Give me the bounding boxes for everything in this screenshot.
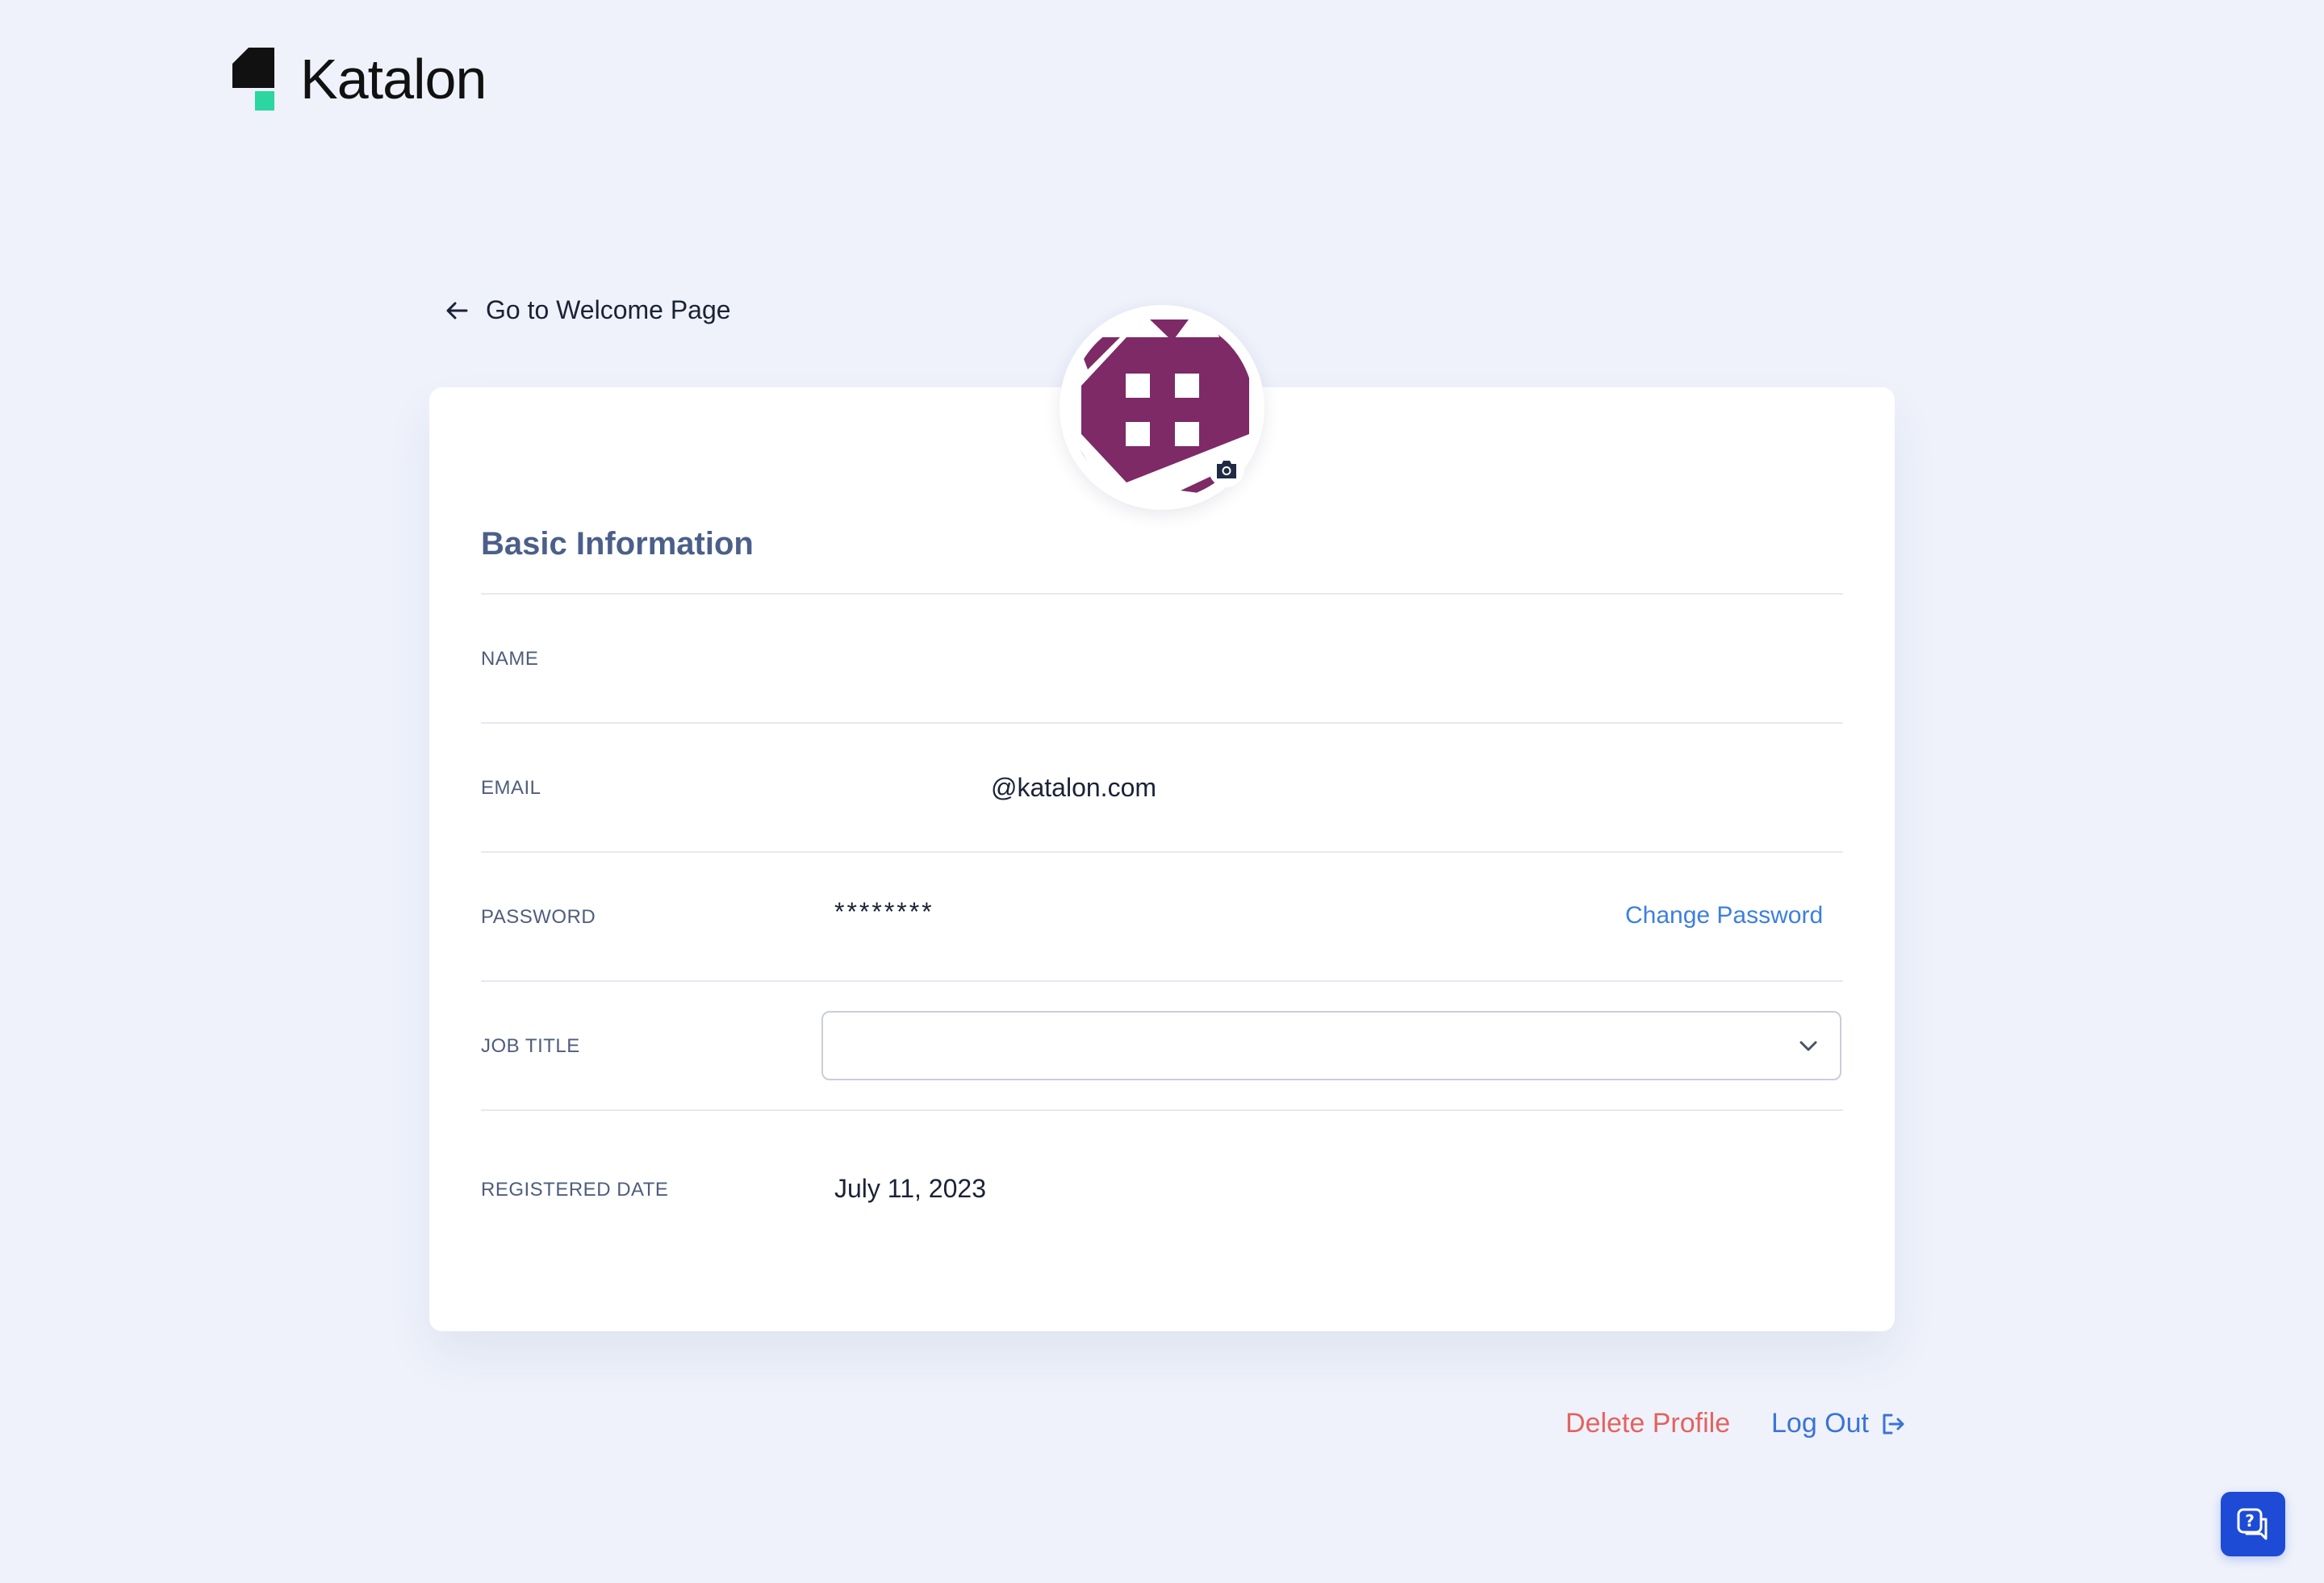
section-title: Basic Information xyxy=(481,526,754,562)
katalon-logo[interactable]: Katalon xyxy=(232,47,487,111)
help-chat-button[interactable]: ? xyxy=(2221,1492,2285,1556)
divider xyxy=(481,1109,1843,1111)
logout-icon xyxy=(1883,1414,1904,1434)
name-label: NAME xyxy=(481,648,539,670)
divider xyxy=(481,851,1843,853)
help-chat-icon: ? xyxy=(2237,1508,2268,1540)
password-label: PASSWORD xyxy=(481,906,596,928)
logout-button[interactable]: Log Out xyxy=(1771,1408,1906,1439)
divider xyxy=(481,722,1843,724)
registered-date-label: REGISTERED DATE xyxy=(481,1179,669,1201)
divider xyxy=(481,593,1843,595)
go-to-welcome-link[interactable]: Go to Welcome Page xyxy=(444,295,731,325)
delete-profile-button[interactable]: Delete Profile xyxy=(1565,1408,1730,1439)
divider xyxy=(481,980,1843,982)
email-value: @katalon.com xyxy=(991,773,1157,802)
back-link-label: Go to Welcome Page xyxy=(486,295,731,324)
katalon-logo-icon xyxy=(232,48,278,111)
camera-icon xyxy=(1217,461,1236,478)
email-label: EMAIL xyxy=(481,777,541,799)
change-password-link[interactable]: Change Password xyxy=(1625,902,1823,929)
registered-date-value: July 11, 2023 xyxy=(834,1174,986,1203)
logout-label: Log Out xyxy=(1771,1408,1869,1439)
brand-name: Katalon xyxy=(300,48,487,111)
arrow-left-icon xyxy=(446,302,468,319)
chevron-down-icon xyxy=(1799,1041,1817,1051)
password-value: ******** xyxy=(834,897,934,926)
change-avatar-button[interactable] xyxy=(1209,452,1244,487)
job-title-select[interactable] xyxy=(821,1011,1841,1080)
job-title-label: JOB TITLE xyxy=(481,1035,580,1057)
svg-text:?: ? xyxy=(2245,1511,2255,1531)
